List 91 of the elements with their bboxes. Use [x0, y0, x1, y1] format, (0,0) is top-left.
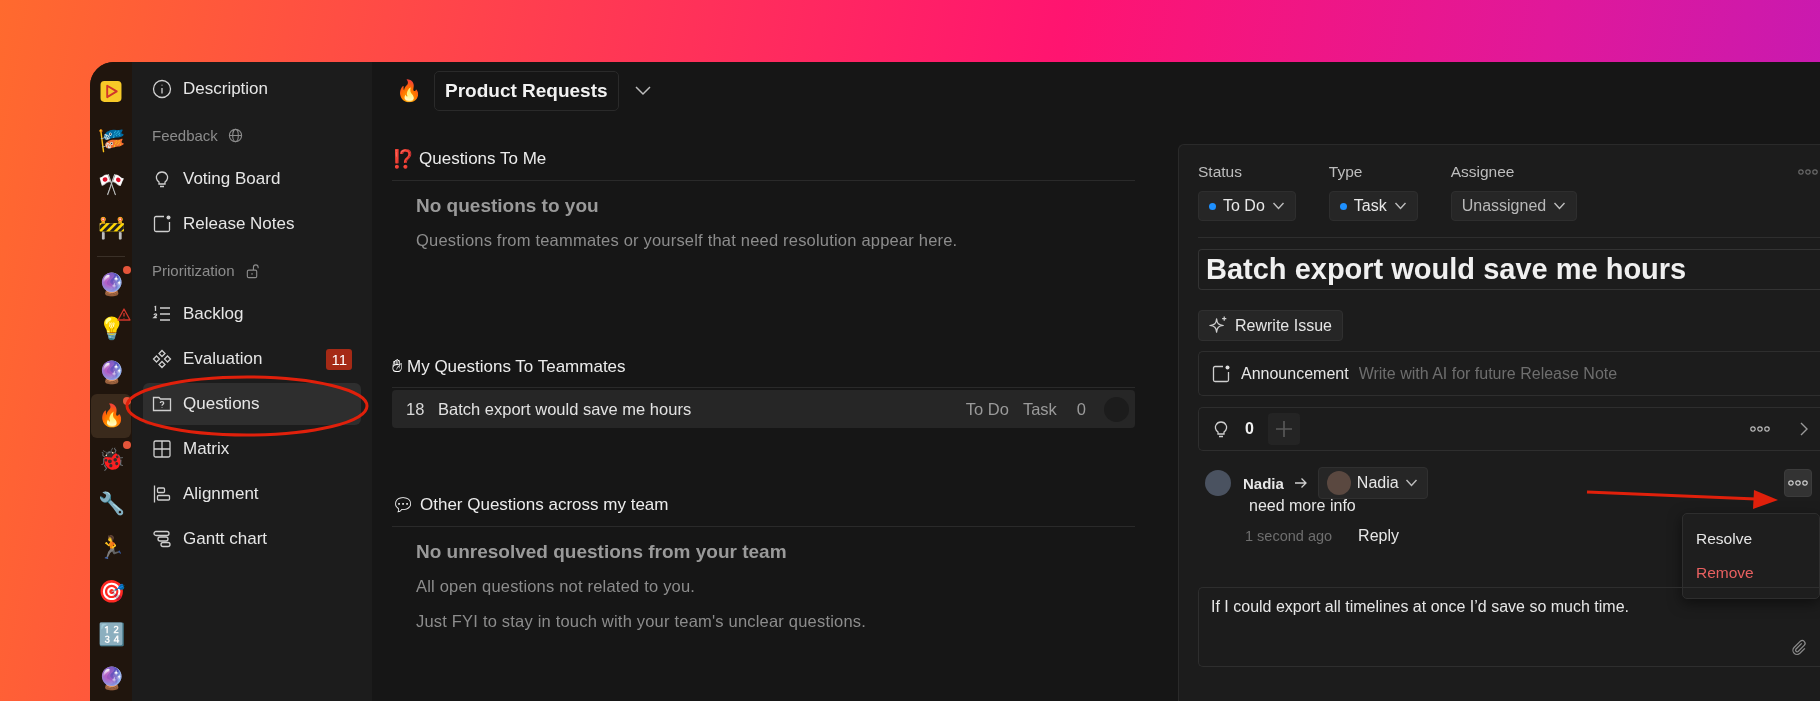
field-dropdown[interactable]: Task — [1328, 191, 1418, 221]
sidebar-item[interactable]: Alignment — [143, 473, 361, 515]
question-folder-icon — [152, 394, 172, 414]
chevron-right-icon[interactable] — [1800, 422, 1808, 436]
info-icon — [152, 79, 172, 99]
empty-state-text: Questions from teammates or yourself that need resolution appear here. — [416, 231, 959, 250]
more-icon[interactable] — [1750, 426, 1770, 432]
count-badge: 11 — [326, 348, 352, 370]
announcement-row[interactable]: Announcement Write with AI for future Release Note — [1198, 351, 1820, 396]
chevron-down-icon[interactable] — [634, 86, 651, 96]
field-label: Status — [1198, 163, 1243, 181]
workspace-item[interactable]: 🎏 — [91, 118, 131, 163]
assignee-dropdown[interactable]: Nadia — [1317, 467, 1428, 499]
announcement-input[interactable]: Write with AI for future Release Note — [1358, 364, 1820, 383]
issue-title: Batch export would save me hours — [438, 399, 693, 419]
note-icon — [152, 214, 172, 234]
section-label: Feedback — [152, 127, 218, 144]
question-row[interactable]: 18 Batch export would save me hours To Do Task 0 — [392, 390, 1135, 428]
workspace-item[interactable]: 🎯 — [91, 569, 131, 614]
board-emoji: 🔥 — [396, 79, 422, 103]
avatar-placeholder — [1326, 471, 1351, 495]
workspace-item[interactable]: 🏃 — [91, 525, 131, 570]
rewrite-issue-button[interactable]: Rewrite Issue — [1198, 310, 1343, 341]
gantt-icon — [152, 529, 172, 549]
workspace-item[interactable]: 🐞 — [91, 438, 131, 483]
workspace-item[interactable]: 🎌 — [91, 162, 131, 207]
sidebar-item[interactable]: Gantt chart — [143, 518, 361, 560]
reply-link[interactable]: Reply — [1358, 527, 1399, 545]
paperclip-icon[interactable] — [1790, 638, 1808, 656]
vote-count: 0 — [1076, 399, 1086, 419]
board-title[interactable]: Product Requests — [434, 71, 619, 111]
workspace-item[interactable]: 🔮 — [91, 263, 131, 307]
align-left-icon — [152, 484, 172, 504]
sidebar-item[interactable]: Backlog — [143, 293, 361, 335]
unlocked-padlock-icon — [244, 262, 260, 279]
comment-time: 1 second ago — [1245, 528, 1333, 544]
arrow-right-icon — [1293, 477, 1308, 489]
section-title: My Questions To Teammates — [407, 356, 626, 377]
vote-count: 0 — [1245, 420, 1254, 438]
chevron-down-icon — [1404, 479, 1418, 487]
field-dropdown[interactable]: To Do — [1198, 191, 1296, 221]
announcement-label: Announcement — [1241, 364, 1349, 383]
workspace-item[interactable]: 🔧 — [91, 482, 131, 526]
sidebar-item[interactable]: Description — [143, 68, 361, 110]
more-button[interactable] — [1784, 469, 1812, 497]
issue-number: 18 — [406, 399, 426, 419]
menu-item[interactable]: Remove — [1683, 556, 1819, 590]
sidebar-item[interactable]: Matrix — [143, 428, 361, 470]
section-title: Questions To Me — [419, 149, 547, 169]
avatar-placeholder — [1205, 470, 1231, 496]
sparkle-icon — [1208, 315, 1229, 336]
issue-title-field[interactable]: Batch export would save me hours — [1198, 249, 1820, 290]
field-label: Assignee — [1450, 163, 1516, 181]
chevron-down-icon — [1553, 202, 1567, 210]
field-label: Type — [1328, 163, 1364, 181]
workspace-item[interactable]: 💡 — [91, 306, 131, 351]
chevron-down-icon — [1393, 202, 1407, 210]
workspace-item[interactable]: 🔥 — [91, 394, 131, 439]
empty-state-title: No unresolved questions from your team — [416, 541, 788, 563]
issue-type: Task — [1022, 399, 1057, 419]
empty-state-title: No questions to you — [416, 195, 600, 217]
grid-icon — [152, 439, 172, 459]
chevron-down-icon — [1271, 202, 1285, 210]
workspace-item[interactable]: 🔮 — [91, 350, 131, 395]
comment-text: need more info — [1249, 497, 1356, 515]
menu-item[interactable]: Resolve — [1683, 522, 1819, 556]
numbered-list-icon — [152, 304, 172, 324]
section-emoji: 💬 — [392, 494, 415, 516]
sidebar-item[interactable]: Evaluation 11 — [143, 338, 361, 380]
section-emoji: ⁉ — [392, 148, 414, 170]
section-label: Prioritization — [152, 262, 235, 279]
workspace-item[interactable]: 🔢 — [91, 613, 131, 658]
diamonds-icon — [152, 349, 172, 369]
section-title: Other Questions across my team — [420, 495, 669, 515]
comment-author: Nadia — [1243, 474, 1284, 492]
sidebar-item[interactable]: Questions — [143, 383, 361, 425]
sidebar-item[interactable]: Voting Board — [143, 158, 361, 200]
globe-icon — [227, 128, 243, 143]
description-field[interactable]: If I could export all timelines at once I’d save so much time. — [1198, 587, 1820, 667]
app-logo-icon[interactable] — [99, 80, 123, 103]
note-icon — [1211, 363, 1231, 384]
sidebar-item[interactable]: Release Notes — [143, 203, 361, 245]
empty-state-text: Just FYI to stay in touch with your team's unclear questions. — [416, 612, 868, 631]
workspace-item[interactable]: 🔮 — [91, 657, 131, 701]
description-text: If I could export all timelines at once I’d save so much time. — [1211, 598, 1629, 615]
workspace-item[interactable]: 🚧 — [91, 206, 131, 251]
section-emoji: ✋ — [392, 356, 402, 377]
more-icon — [1788, 480, 1808, 486]
field-dropdown[interactable]: Unassigned — [1450, 191, 1578, 221]
issue-status: To Do — [965, 399, 1009, 419]
empty-state-text: All open questions not related to you. — [416, 577, 697, 596]
